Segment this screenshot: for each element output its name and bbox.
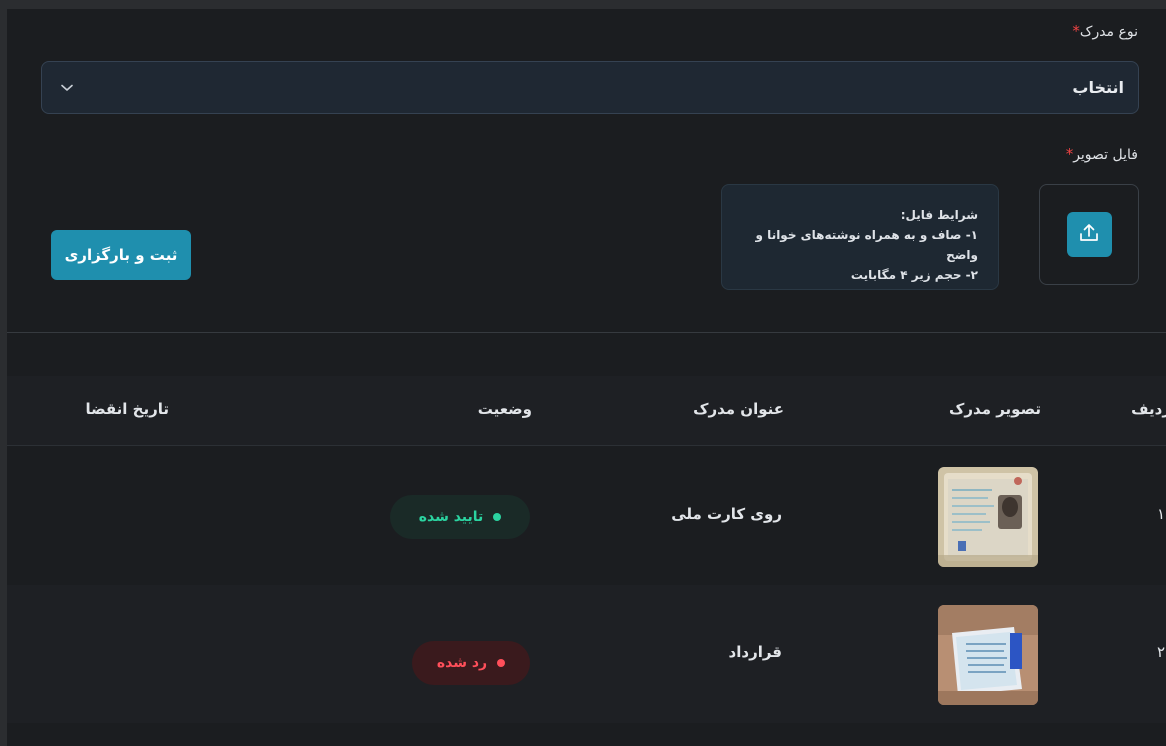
doc-type-label-text: نوع مدرک bbox=[1079, 24, 1138, 40]
row-title: قرارداد bbox=[728, 643, 782, 661]
doc-type-select-value: انتخاب bbox=[1072, 78, 1124, 97]
table-row: ۱ روی کارت ملی تایید شده bbox=[7, 447, 1166, 585]
header-status: وضعیت bbox=[477, 400, 532, 418]
file-conditions-title: شرایط فایل: bbox=[900, 208, 978, 222]
header-index: ردیف bbox=[1131, 400, 1166, 418]
status-dot bbox=[497, 659, 506, 667]
submit-upload-button[interactable]: ثبت و بارگزاری bbox=[51, 230, 191, 280]
status-dot bbox=[493, 513, 502, 521]
upload-icon bbox=[1077, 221, 1101, 249]
table-header: ردیف تصویر مدرک عنوان مدرک وضعیت تاریخ ا… bbox=[7, 376, 1166, 446]
doc-type-select[interactable]: انتخاب bbox=[41, 61, 1139, 114]
required-mark: * bbox=[1072, 22, 1080, 40]
status-text: تایید شده bbox=[418, 509, 484, 525]
header-expiry: تاریخ انقضا bbox=[85, 400, 169, 418]
upload-button[interactable] bbox=[1066, 212, 1112, 257]
file-conditions-line1: ۱- صاف و به همراه نوشته‌های خوانا و واضح bbox=[755, 228, 978, 262]
document-upload-panel: نوع مدرک* انتخاب فایل تصویر* شرایط فایل:… bbox=[7, 9, 1166, 746]
row-title: روی کارت ملی bbox=[671, 505, 782, 523]
document-thumbnail-contract[interactable] bbox=[938, 605, 1038, 705]
section-divider bbox=[7, 332, 1166, 333]
file-conditions-box: شرایط فایل: ۱- صاف و به همراه نوشته‌های … bbox=[721, 184, 999, 290]
status-text: رد شده bbox=[436, 655, 488, 671]
row-index: ۲ bbox=[1157, 643, 1166, 661]
doc-type-label: نوع مدرک* bbox=[1068, 22, 1138, 40]
status-badge: تایید شده bbox=[390, 495, 530, 539]
table-row: ۲ قرارداد رد شده bbox=[7, 585, 1166, 723]
header-image: تصویر مدرک bbox=[949, 400, 1041, 418]
status-badge: رد شده bbox=[412, 641, 530, 685]
header-title: عنوان مدرک bbox=[693, 400, 784, 418]
document-thumbnail-national-card[interactable] bbox=[938, 467, 1038, 567]
image-upload-dropzone[interactable] bbox=[1039, 184, 1139, 285]
file-conditions-line2: ۲- حجم زیر ۴ مگابایت bbox=[850, 268, 978, 282]
chevron-down-icon bbox=[60, 81, 74, 95]
image-file-label-text: فایل تصویر bbox=[1073, 147, 1138, 163]
image-file-label: فایل تصویر* bbox=[1062, 145, 1138, 163]
row-index: ۱ bbox=[1157, 505, 1166, 523]
